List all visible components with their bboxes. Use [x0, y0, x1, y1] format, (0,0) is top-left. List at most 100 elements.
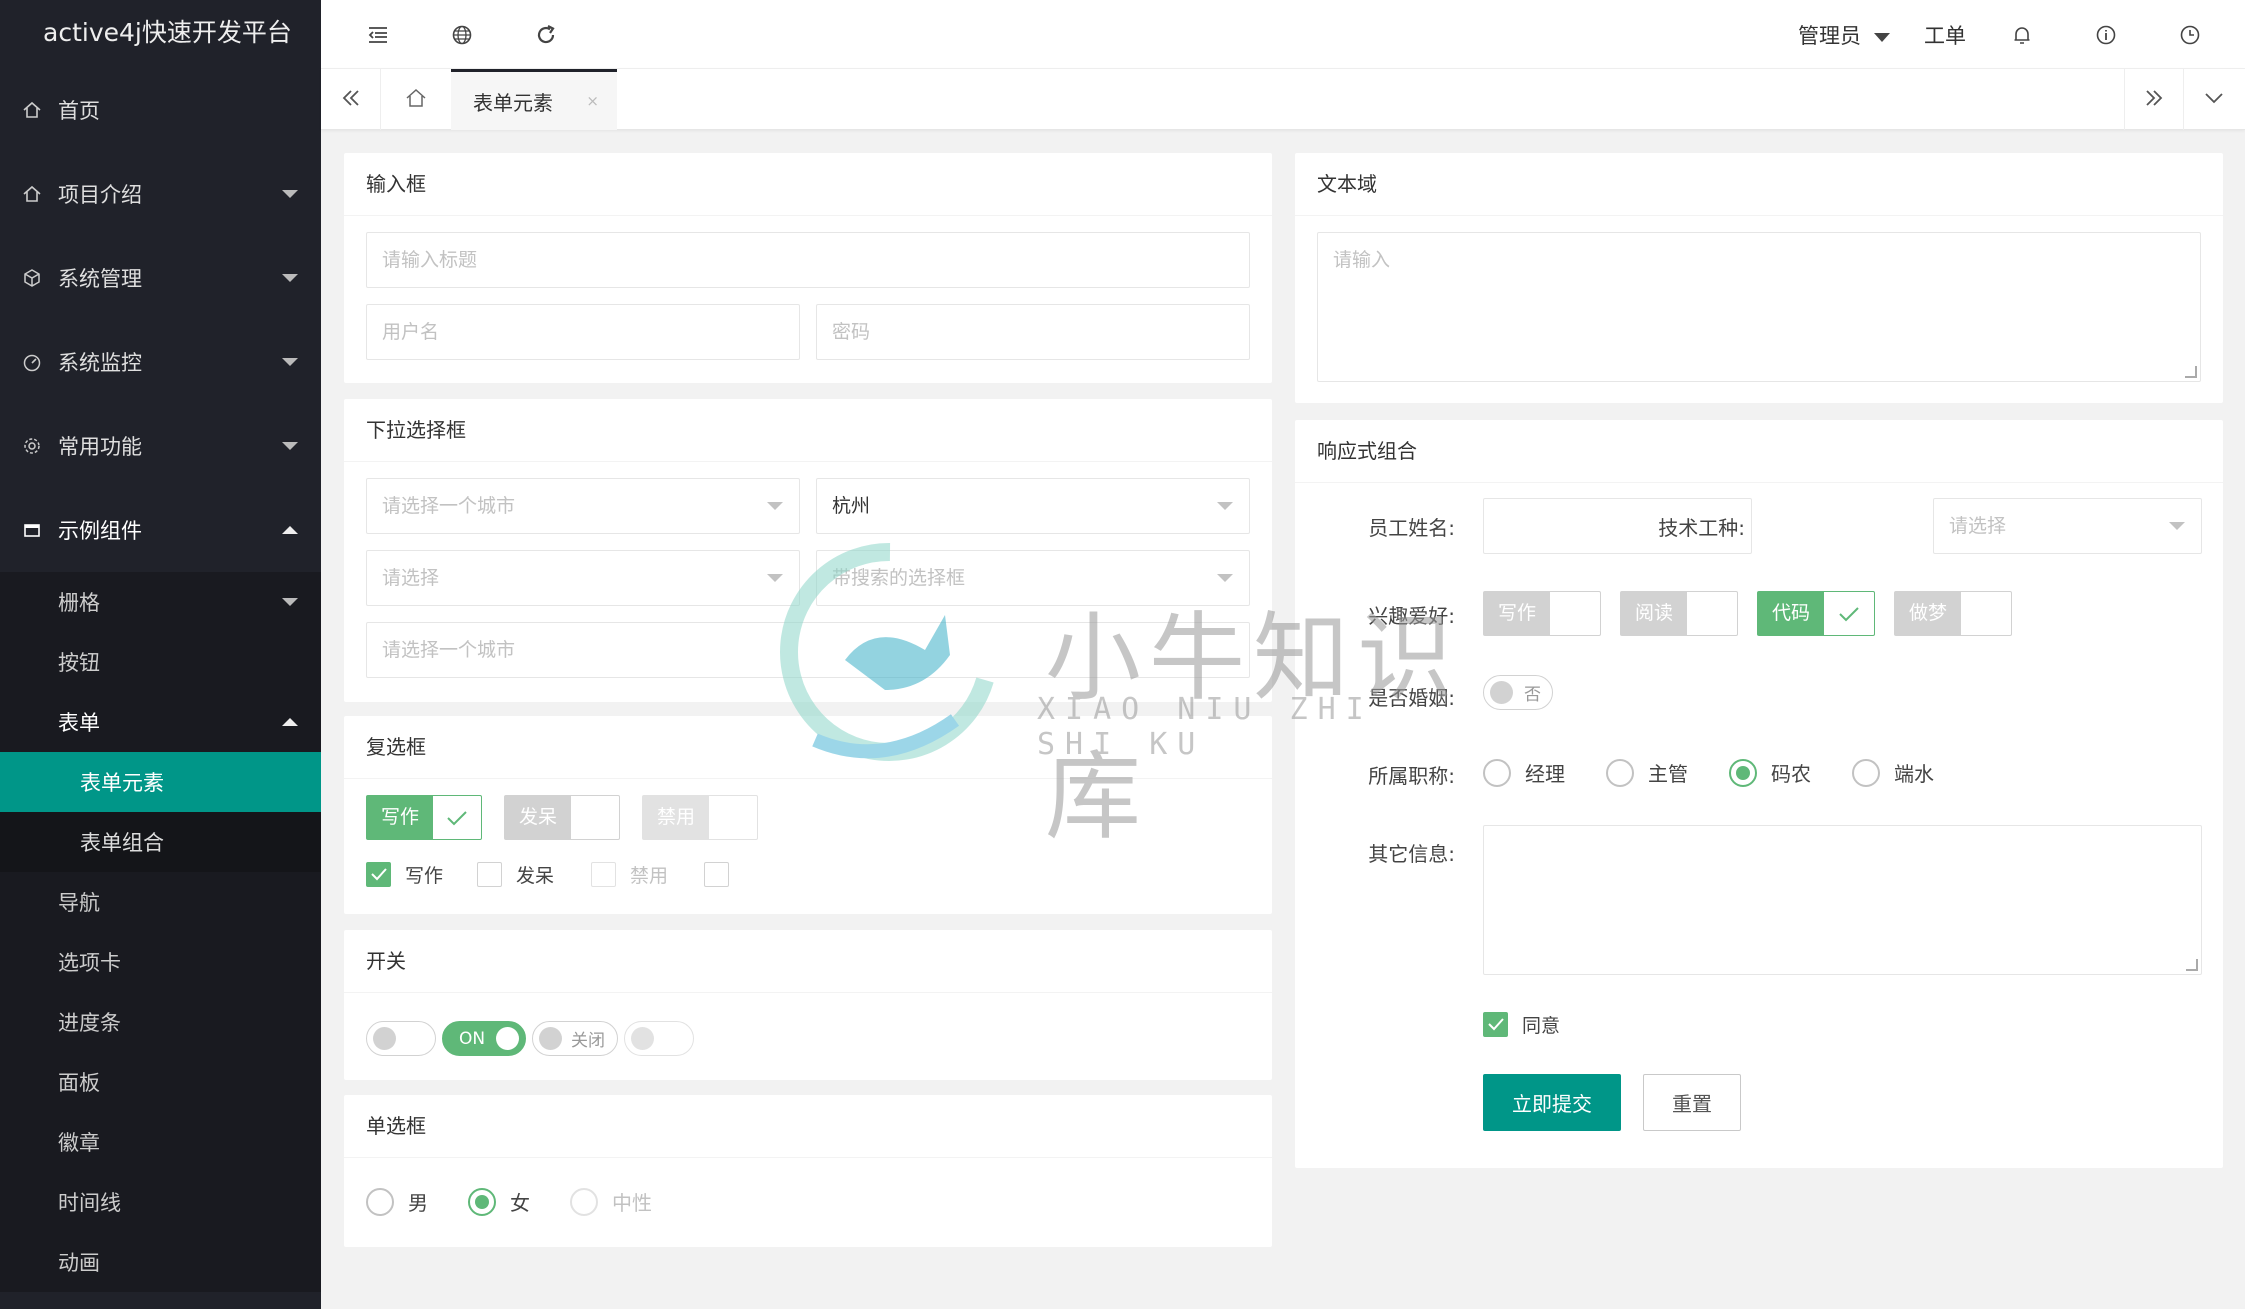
hobby-coding[interactable]: 代码	[1757, 591, 1875, 636]
bell-icon[interactable]	[2007, 20, 2037, 50]
radio-label: 经理	[1525, 762, 1565, 786]
checkbox-empty-icon	[704, 861, 729, 887]
checkbox-card: 复选框 写作 发呆 禁用 写作 发呆 禁用	[344, 716, 1272, 914]
switch-off-labeled[interactable]: 关闭	[532, 1021, 618, 1056]
sidebar-item-home[interactable]: 首页	[0, 68, 321, 152]
radio-coder[interactable]: 码农	[1729, 758, 1811, 787]
switch-text: 否	[1524, 685, 1541, 705]
sidebar-item-label: 首页	[58, 99, 100, 123]
user-menu[interactable]: 管理员	[1798, 20, 1890, 50]
radio-label: 男	[408, 1191, 428, 1215]
sidebar-item-form[interactable]: 表单	[0, 692, 321, 752]
radio-tea-server[interactable]: 端水	[1852, 758, 1934, 787]
tab-form-elements[interactable]: 表单元素 ×	[451, 69, 617, 130]
skill-select[interactable]: 请选择	[1933, 498, 2202, 554]
radio-label: 女	[510, 1191, 530, 1215]
password-input[interactable]: 密码	[816, 304, 1250, 360]
ticket-link[interactable]: 工单	[1924, 20, 1966, 50]
sidebar-item-form-elements[interactable]: 表单元素	[0, 752, 321, 812]
content-textarea[interactable]: 请输入	[1317, 232, 2201, 382]
sidebar-item-system-monitor[interactable]: 系统监控	[0, 320, 321, 404]
married-label: 是否婚姻:	[1368, 686, 1455, 710]
tab-scroll-left[interactable]	[321, 69, 381, 130]
input-card: 输入框 请输入标题 用户名 密码	[344, 153, 1272, 383]
app-logo-title[interactable]: active4j快速开发平台	[0, 0, 321, 66]
checkbox-checked-icon	[366, 861, 391, 887]
agree-checkbox[interactable]: 同意	[1483, 1010, 1560, 1038]
married-switch[interactable]: 否	[1483, 675, 1553, 710]
radio-male[interactable]: 男	[366, 1187, 428, 1216]
clock-icon[interactable]	[2175, 20, 2205, 50]
sidebar-item-examples[interactable]: 示例组件	[0, 488, 321, 572]
checkbox-unlabeled[interactable]	[704, 860, 743, 888]
tab-actions-dropdown[interactable]	[2184, 69, 2244, 130]
city-select-filled[interactable]: 杭州	[816, 478, 1250, 534]
sidebar-item-form-combo[interactable]: 表单组合	[0, 812, 321, 872]
hobby-writing[interactable]: 写作	[1483, 591, 1601, 636]
generic-select[interactable]: 请选择	[366, 550, 800, 606]
radio-empty-icon	[570, 1187, 598, 1216]
sidebar-item-button[interactable]: 按钮	[0, 632, 321, 692]
radio-female[interactable]: 女	[468, 1187, 530, 1216]
city-select-grouped[interactable]: 请选择一个城市	[366, 622, 1250, 678]
select-placeholder: 带搜索的选择框	[832, 567, 966, 589]
sidebar: active4j快速开发平台 首页 项目介绍 系统管理 系统监控 常用功能 示例…	[0, 0, 321, 1309]
sidebar-item-nav[interactable]: 导航	[0, 872, 321, 932]
radio-label: 主管	[1648, 762, 1688, 786]
checkbox-label: 发呆	[516, 864, 555, 887]
checkbox-daze[interactable]: 发呆	[477, 860, 554, 888]
radio-manager[interactable]: 经理	[1483, 758, 1565, 787]
sidebar-item-badge[interactable]: 徽章	[0, 1112, 321, 1172]
user-name: 管理员	[1798, 24, 1861, 48]
sidebar-form-submenu: 表单元素 表单组合	[0, 752, 321, 872]
globe-icon[interactable]	[447, 20, 477, 50]
other-info-textarea[interactable]	[1483, 825, 2202, 975]
close-icon[interactable]: ×	[586, 92, 599, 110]
checkbox-writing[interactable]: 写作	[366, 860, 443, 888]
card-title: 开关	[344, 930, 1272, 993]
hobby-dreaming[interactable]: 做梦	[1894, 591, 2012, 636]
sidebar-item-common[interactable]: 常用功能	[0, 404, 321, 488]
sidebar-item-timeline[interactable]: 时间线	[0, 1172, 321, 1232]
checkbox-button-daze[interactable]: 发呆	[504, 795, 620, 840]
tab-home[interactable]	[381, 69, 451, 130]
radio-label: 端水	[1894, 762, 1934, 786]
sidebar-item-animation[interactable]: 动画	[0, 1232, 321, 1292]
switch-on[interactable]: ON	[442, 1021, 526, 1056]
window-icon	[20, 518, 44, 542]
city-select[interactable]: 请选择一个城市	[366, 478, 800, 534]
radio-supervisor[interactable]: 主管	[1606, 758, 1688, 787]
title-label: 所属职称:	[1368, 764, 1455, 788]
tab-scroll-right[interactable]	[2124, 69, 2184, 130]
info-icon[interactable]	[2091, 20, 2121, 50]
skill-label: 技术工种:	[1658, 516, 1745, 540]
checkbox-button-writing[interactable]: 写作	[366, 795, 482, 840]
sidebar-item-grid[interactable]: 栅格	[0, 572, 321, 632]
top-header: 管理员 工单	[321, 0, 2245, 69]
sidebar-item-label: 导航	[58, 891, 100, 915]
sidebar-item-system-manage[interactable]: 系统管理	[0, 236, 321, 320]
caret-down-icon	[282, 190, 298, 198]
caret-down-icon	[282, 598, 298, 606]
sidebar-item-progress[interactable]: 进度条	[0, 992, 321, 1052]
switch-off-1[interactable]	[366, 1021, 436, 1056]
caret-down-icon	[2169, 522, 2185, 530]
resize-handle-icon[interactable]	[2186, 959, 2198, 971]
sidebar-item-label: 进度条	[58, 1011, 121, 1035]
refresh-icon[interactable]	[531, 20, 561, 50]
title-input[interactable]: 请输入标题	[366, 232, 1250, 288]
hobby-reading[interactable]: 阅读	[1620, 591, 1738, 636]
menu-fold-icon[interactable]	[363, 20, 393, 50]
username-input[interactable]: 用户名	[366, 304, 800, 360]
sidebar-item-project-intro[interactable]: 项目介绍	[0, 152, 321, 236]
sidebar-item-tabs[interactable]: 选项卡	[0, 932, 321, 992]
textarea-card: 文本域 请输入	[1295, 153, 2223, 403]
sidebar-item-panel[interactable]: 面板	[0, 1052, 321, 1112]
reset-button[interactable]: 重置	[1643, 1074, 1741, 1131]
search-select[interactable]: 带搜索的选择框	[816, 550, 1250, 606]
select-placeholder: 请选择一个城市	[382, 639, 516, 661]
caret-up-icon	[282, 718, 298, 726]
submit-button[interactable]: 立即提交	[1483, 1074, 1621, 1131]
resize-handle-icon[interactable]	[2185, 366, 2197, 378]
radio-empty-icon	[366, 1187, 394, 1216]
